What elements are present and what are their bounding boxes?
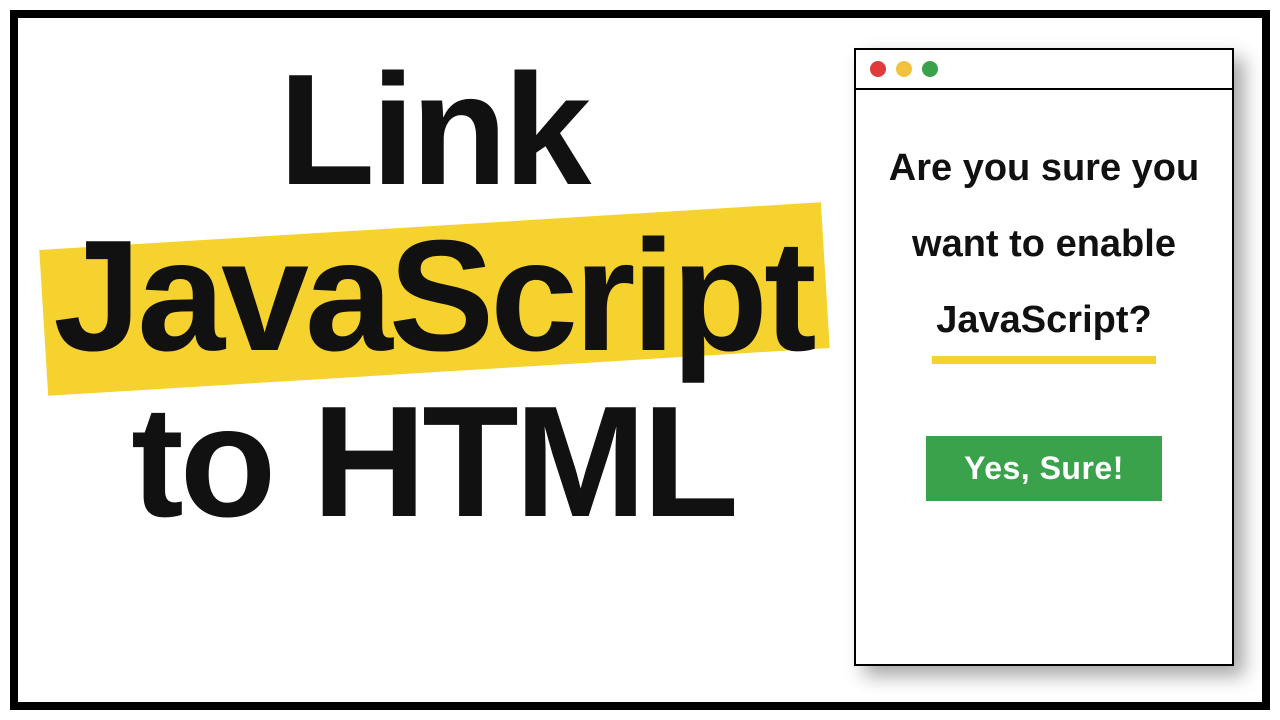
dialog-question: Are you sure you want to enable JavaScri… <box>876 130 1212 358</box>
outer-frame: Link JavaScript to HTML Are you sure you… <box>10 10 1270 710</box>
headline-block: Link JavaScript to HTML <box>18 48 848 546</box>
dialog-body: Are you sure you want to enable JavaScri… <box>856 90 1232 501</box>
dialog-window: Are you sure you want to enable JavaScri… <box>854 48 1234 666</box>
window-titlebar <box>856 50 1232 90</box>
headline-line-1: Link <box>18 48 848 214</box>
minimize-icon[interactable] <box>896 61 912 77</box>
question-line-1: Are you sure you <box>889 147 1199 189</box>
headline-line-2: JavaScript <box>53 208 812 384</box>
maximize-icon[interactable] <box>922 61 938 77</box>
headline-line-3: to HTML <box>18 380 848 546</box>
question-line-2: want to enable <box>912 223 1176 265</box>
close-icon[interactable] <box>870 61 886 77</box>
question-line-3: JavaScript? <box>936 282 1151 358</box>
confirm-button[interactable]: Yes, Sure! <box>926 436 1162 501</box>
headline-line-2-wrap: JavaScript <box>53 214 812 380</box>
